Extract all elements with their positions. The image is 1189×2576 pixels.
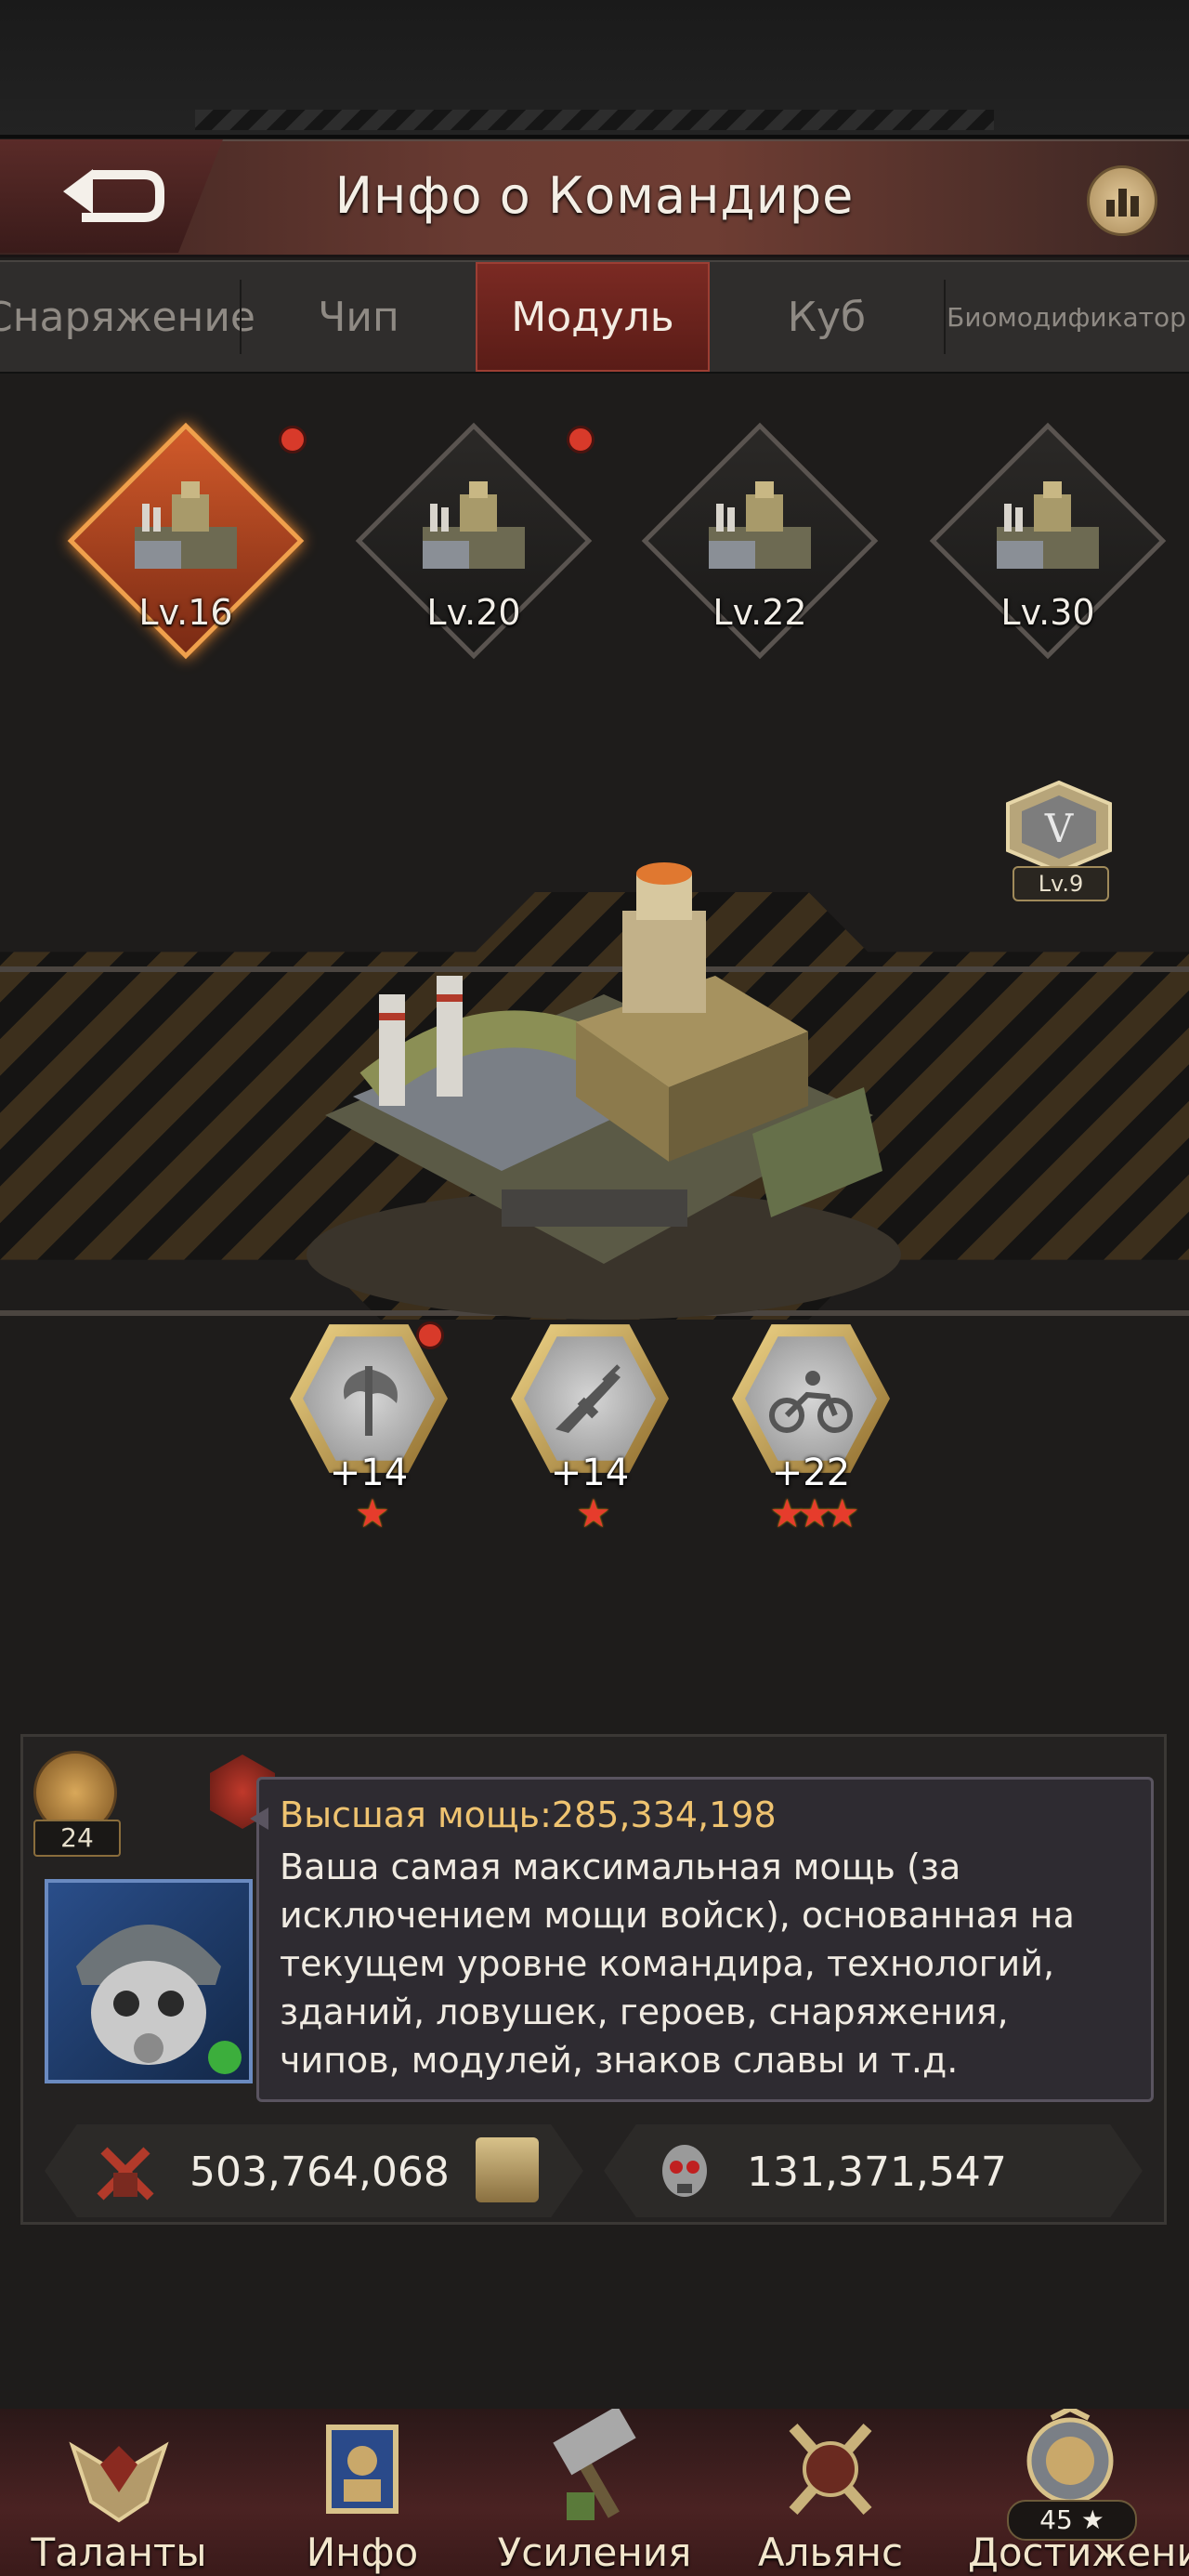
star-rating-icon: ★: [355, 1491, 390, 1536]
module-level: Lv.20: [426, 592, 521, 633]
nav-label: Альянс: [757, 2530, 904, 2575]
top-status-strip: [0, 0, 1189, 138]
power-history-icon[interactable]: [476, 2137, 539, 2202]
skill-bonus: +22: [771, 1452, 851, 1494]
module-level: Lv.22: [712, 592, 807, 633]
power-value: 503,764,068: [189, 2149, 450, 2196]
hammer-icon: [553, 2409, 636, 2520]
module-slot-1[interactable]: Lv.16: [65, 420, 307, 662]
page-title: Инфо о Командире: [334, 166, 855, 225]
nav-info[interactable]: Инфо: [260, 2409, 464, 2576]
avatar[interactable]: [45, 1879, 253, 2083]
alert-dot: [416, 1321, 444, 1349]
star-rating-icon: ★★★: [769, 1491, 860, 1536]
factory-icon: [709, 481, 811, 569]
skill-bonus: +14: [550, 1452, 630, 1494]
skull-mask-icon: [662, 2145, 707, 2197]
tooltip-title: Высшая мощь:285,334,198: [280, 1794, 777, 1835]
rank-level: Lv.9: [1013, 866, 1109, 901]
nav-label: Таланты: [31, 2530, 207, 2575]
module-rank-badge[interactable]: V Lv.9: [994, 781, 1124, 911]
module-level: Lv.16: [138, 592, 233, 633]
nav-boosts[interactable]: Усиления: [492, 2409, 697, 2576]
commander-info-icon: [326, 2425, 399, 2514]
nav-label: Усиления: [497, 2530, 692, 2575]
motorcycle-icon: [769, 1371, 853, 1433]
skill-slot-2[interactable]: +14 ★: [511, 1320, 669, 1536]
axe-icon: [343, 1366, 398, 1436]
stats-button[interactable]: [1087, 165, 1157, 236]
bar-chart-icon: [1105, 200, 1115, 217]
wings-emblem-icon: [69, 2441, 169, 2523]
nav-label: Инфо: [306, 2530, 419, 2575]
tab-chip[interactable]: Чип: [242, 262, 476, 372]
skill-slot-3[interactable]: +22 ★★★: [732, 1320, 890, 1536]
tab-biomodifier[interactable]: Биомодификатор: [946, 262, 1187, 372]
alert-dot: [567, 426, 594, 453]
factory-icon: [423, 481, 525, 569]
max-power-tooltip: Высшая мощь:285,334,198 Ваша самая макси…: [250, 1777, 1154, 2102]
crossed-guns-icon: [97, 2147, 154, 2201]
like-count: 24: [33, 1820, 121, 1857]
star-rating-icon: ★: [576, 1491, 611, 1536]
alert-dot: [279, 426, 307, 453]
tooltip-body: Ваша самая максимальная мощь (за исключе…: [280, 1847, 1075, 2081]
svg-text:V: V: [1044, 806, 1074, 851]
rifle-icon: [555, 1364, 621, 1433]
module-slot-3[interactable]: Lv.22: [639, 420, 881, 662]
nav-label: Достижение: [968, 2530, 1189, 2575]
tab-bar: Снаряжение Чип Модуль Куб Биомодификатор: [0, 260, 1189, 374]
nav-alliance[interactable]: Альянс: [728, 2409, 933, 2576]
factory-icon: [997, 481, 1099, 569]
skill-slot-1[interactable]: +14 ★: [290, 1320, 448, 1536]
module-slot-4[interactable]: Lv.30: [927, 420, 1169, 662]
kills-value: 131,371,547: [747, 2149, 1007, 2196]
rank-v-icon: V: [1006, 781, 1112, 874]
nav-achievement[interactable]: 45 ★ Достижение: [968, 2409, 1189, 2576]
factory-building-image: [307, 862, 901, 1320]
skill-bonus: +14: [329, 1452, 409, 1494]
crossed-swords-icon: [789, 2424, 872, 2515]
hazard-stripe-decoration: [195, 110, 994, 130]
module-slot-2[interactable]: Lv.20: [353, 420, 594, 662]
nav-talents[interactable]: Таланты: [17, 2409, 221, 2576]
tab-cube[interactable]: Куб: [710, 262, 944, 372]
gas-mask-soldier-icon: [76, 1925, 242, 2074]
tab-equipment[interactable]: Снаряжение: [0, 262, 255, 372]
tab-module[interactable]: Модуль: [476, 262, 710, 372]
module-level: Lv.30: [1000, 592, 1095, 633]
factory-icon: [135, 481, 237, 569]
